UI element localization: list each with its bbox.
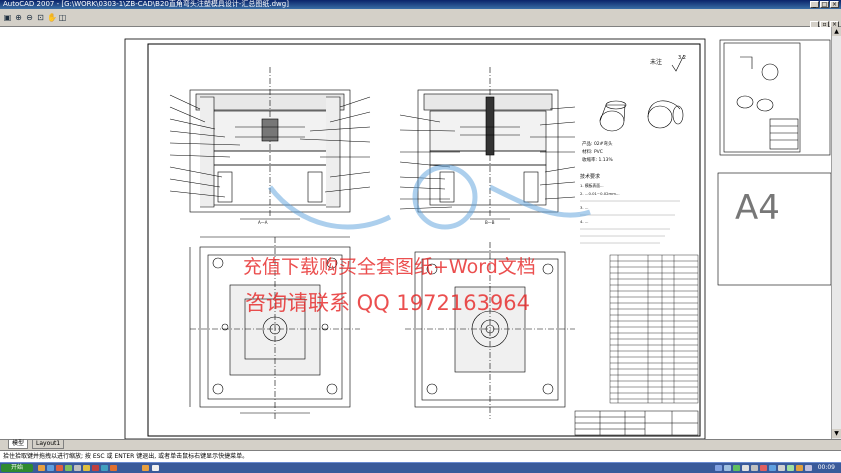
taskbar-clock: 00:09 [817, 464, 835, 471]
folder-open-icon[interactable]: ▣ [3, 13, 12, 22]
close-button[interactable]: × [830, 1, 839, 8]
part-line-1: 产品: 02#弯头 [582, 140, 613, 147]
zoom-in-icon[interactable]: ⊕ [14, 13, 23, 22]
tray-icon-2[interactable] [724, 465, 731, 471]
part-line-3: 收缩率: 1.13% [582, 156, 613, 163]
start-button[interactable]: 开始 [1, 464, 33, 472]
part-line-2: 材料: PVC [582, 148, 603, 155]
product-sketch [599, 100, 684, 132]
tab-layout1[interactable]: Layout1 [32, 440, 65, 449]
app-icon-9[interactable] [110, 465, 117, 471]
watermark-line-2: 咨询请联系 QQ 1972163964 [245, 291, 531, 315]
tray-icon-1[interactable] [715, 465, 722, 471]
tech-text-lines [580, 200, 680, 244]
taskbar-app-autocad[interactable] [142, 465, 149, 471]
app-icon-8[interactable] [101, 465, 108, 471]
command-line[interactable]: 拾住拾取键并拖拽以进行缩放; 按 ESC 或 ENTER 键退出, 或者单击鼠标… [0, 450, 841, 462]
tech-title: 技术要求 [580, 173, 600, 180]
standard-toolbar: ▣ ⊕ ⊖ ⊡ ✋ ◫ _ ▫ × [0, 10, 841, 28]
app-icon-6[interactable] [83, 465, 90, 471]
zoom-extents-icon[interactable]: ◫ [58, 13, 67, 22]
window-controls: _ □ × [810, 1, 839, 8]
app-icon-1[interactable] [38, 465, 45, 471]
tech-item-4: 4. ... [580, 219, 588, 224]
window-titlebar: AutoCAD 2007 - [G:\WORK\0303-1\ZB-CAD\B2… [0, 0, 841, 9]
tray-icon-6[interactable] [760, 465, 767, 471]
maximize-button[interactable]: □ [820, 1, 829, 8]
tray-icon-5[interactable] [751, 465, 758, 471]
taskbar: 开始 00:09 [0, 462, 841, 473]
app-icon-7[interactable] [92, 465, 99, 471]
app-icon-4[interactable] [65, 465, 72, 471]
section-label-a: A—A [258, 220, 268, 225]
tray-icon-11[interactable] [805, 465, 812, 471]
bom-table [609, 254, 699, 404]
minimize-button[interactable]: _ [810, 1, 819, 8]
section-label-b: B—B [485, 220, 495, 225]
scroll-down-icon[interactable]: ▼ [832, 429, 841, 438]
small-sheet [719, 39, 831, 156]
tray-icon-8[interactable] [778, 465, 785, 471]
tech-item-3: 3. ... [580, 205, 588, 210]
zoom-out-icon[interactable]: ⊖ [25, 13, 34, 22]
zoom-window-icon[interactable]: ⊡ [36, 13, 45, 22]
section-view-left [169, 67, 371, 220]
title-block [574, 410, 699, 436]
window-title: AutoCAD 2007 - [G:\WORK\0303-1\ZB-CAD\B2… [3, 0, 289, 8]
vertical-scrollbar[interactable]: ▲ ▼ [831, 27, 841, 439]
app-icon-2[interactable] [47, 465, 54, 471]
layout-tabs: 模型 Layout1 [0, 439, 841, 450]
watermark-line-1: 充值下载购买全套图纸+Word文档 [243, 256, 536, 278]
app-icon-3[interactable] [56, 465, 63, 471]
cad-drawing: A—A B—B 未注 3.2 产品: 02#弯头 材料: PVC 收缩率: 1.… [124, 38, 831, 439]
drawing-canvas[interactable]: A—A B—B 未注 3.2 产品: 02#弯头 材料: PVC 收缩率: 1.… [0, 27, 831, 439]
tech-item-1: 1. 模板表面... [580, 183, 604, 188]
sheet-label-a4: A4 [735, 188, 780, 228]
app-icon-5[interactable] [74, 465, 81, 471]
tray-icon-4[interactable] [742, 465, 749, 471]
tray-icon-10[interactable] [796, 465, 803, 471]
scroll-up-icon[interactable]: ▲ [832, 27, 841, 36]
tray-icon-3[interactable] [733, 465, 740, 471]
pan-icon[interactable]: ✋ [47, 13, 57, 22]
tech-item-2: 2. ...0.01~0.02mm... [580, 191, 620, 196]
taskbar-app-explorer[interactable] [152, 465, 159, 471]
tray-icon-9[interactable] [787, 465, 794, 471]
note-title: 未注 [650, 58, 662, 66]
tray-icon-7[interactable] [769, 465, 776, 471]
section-view-right [399, 67, 576, 220]
tab-model[interactable]: 模型 [8, 440, 29, 449]
roughness-mark: 3.2 [678, 55, 686, 61]
